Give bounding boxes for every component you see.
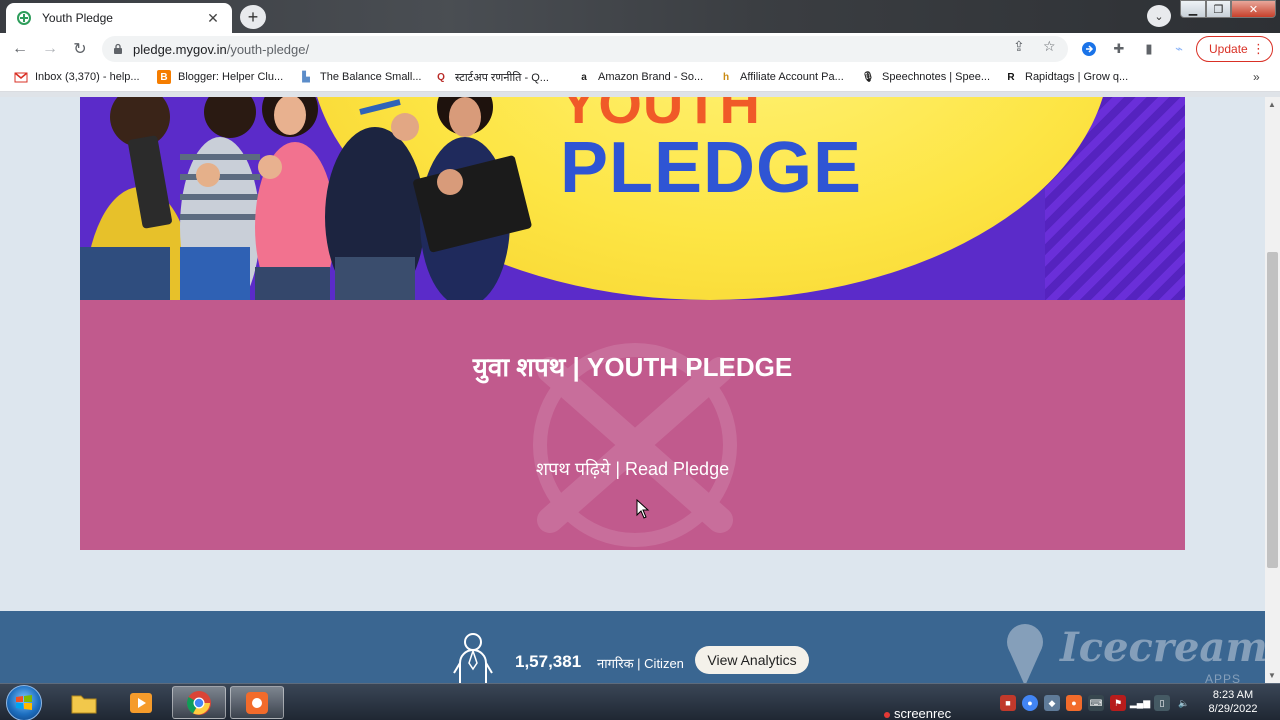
icecream-watermark: Icecream APPS: [995, 620, 1275, 690]
browser-toolbar: ← → ↻ pledge.mygov.in/youth-pledge/ ⇪ ☆ …: [0, 33, 1280, 65]
start-button[interactable]: [6, 685, 42, 720]
taskbar-chrome[interactable]: [172, 686, 226, 719]
folder-icon: [71, 695, 97, 713]
bookmark-rapidtags[interactable]: R Rapidtags | Grow q...: [1004, 70, 1128, 84]
bookmark-label: Rapidtags | Grow q...: [1025, 71, 1129, 83]
mouse-cursor-icon: [636, 499, 650, 519]
screenrec-text: screenrec: [894, 706, 952, 720]
back-arrow-icon[interactable]: ←: [9, 39, 31, 59]
url-path: /youth-pledge/: [226, 41, 310, 57]
bookmark-speechnotes[interactable]: 🎙 Speechnotes | Spee...: [861, 70, 990, 84]
bookmarks-bar: Inbox (3,370) - help... B Blogger: Helpe…: [0, 65, 1280, 92]
tab-close-icon[interactable]: ✕: [204, 10, 222, 27]
lock-icon: [114, 43, 122, 54]
extension-blue-icon[interactable]: [1080, 40, 1098, 58]
microphone-icon: 🎙: [861, 71, 875, 83]
bookmark-label: Blogger: Helper Clu...: [178, 71, 284, 83]
gmail-icon: [14, 70, 28, 84]
blogger-icon: B: [157, 70, 171, 84]
balance-icon: ▙: [302, 71, 310, 83]
bookmark-amazon[interactable]: a Amazon Brand - So...: [577, 70, 703, 84]
tray-signal-icon[interactable]: ▂▄▆: [1130, 695, 1150, 711]
tray-app-icon[interactable]: ■: [1000, 695, 1016, 711]
youth-pledge-banner: YOUTH PLEDGE: [80, 97, 1185, 300]
bookmark-label: Amazon Brand - So...: [598, 71, 704, 83]
windows-taskbar: screenrec ■ ● ◆ ● ⌨ ⚑ ▂▄▆ ▯ 🔈 8:23 AM 8/…: [0, 683, 1280, 720]
bookmark-blogger[interactable]: B Blogger: Helper Clu...: [157, 70, 283, 84]
page-scrollbar[interactable]: ▲ ▼: [1265, 97, 1280, 683]
chrome-icon: [186, 690, 211, 715]
forward-arrow-icon[interactable]: →: [39, 39, 61, 59]
bookmark-affiliate[interactable]: h Affiliate Account Pa...: [719, 70, 844, 84]
view-analytics-button[interactable]: View Analytics: [695, 646, 809, 674]
tab-strip: Youth Pledge ✕ + ⌄ ▁ ❐ ✕: [0, 0, 1280, 33]
windows-logo-icon: [16, 695, 32, 710]
bookmark-label: The Balance Small...: [320, 71, 422, 83]
pledge-card: युवा शपथ | YOUTH PLEDGE शपथ पढ़िये | Rea…: [80, 300, 1185, 550]
minimize-button[interactable]: ▁: [1180, 0, 1206, 18]
citizen-person-icon: [453, 633, 493, 683]
tab-search-button[interactable]: ⌄: [1147, 5, 1171, 27]
icecream-brand-text: Icecream: [1060, 624, 1268, 671]
url-domain: pledge.mygov.in: [133, 41, 227, 57]
tray-flag-icon[interactable]: ⚑: [1110, 695, 1126, 711]
rapidtags-icon: R: [1007, 71, 1015, 83]
bookmark-star-icon[interactable]: ☆: [1043, 38, 1056, 55]
tray-chrome-icon[interactable]: ●: [1022, 695, 1038, 711]
taskbar-explorer[interactable]: [57, 686, 111, 719]
amazon-icon: a: [581, 71, 587, 83]
clock-date: 8/29/2022: [1208, 703, 1258, 715]
update-label: Update: [1209, 42, 1248, 56]
tray-power-icon[interactable]: ▯: [1154, 695, 1170, 711]
quora-icon: Q: [437, 72, 445, 83]
read-pledge-link[interactable]: शपथ पढ़िये | Read Pledge: [80, 457, 1185, 481]
taskbar-screenrec[interactable]: [230, 686, 284, 719]
close-window-button[interactable]: ✕: [1231, 0, 1276, 18]
menu-dots-icon[interactable]: ⋮: [1252, 41, 1265, 57]
maximize-button[interactable]: ❐: [1206, 0, 1231, 18]
tray-volume-icon[interactable]: 🔈: [1176, 695, 1192, 711]
screenrec-app-icon: [246, 691, 268, 714]
scrollbar-thumb[interactable]: [1267, 252, 1278, 568]
tray-network-monitor-icon[interactable]: ◆: [1044, 695, 1060, 711]
students-group-photo: [80, 97, 532, 300]
scroll-up-icon[interactable]: ▲: [1268, 100, 1276, 109]
recording-dot-icon: [884, 711, 890, 718]
update-button[interactable]: Update ⋮: [1196, 36, 1273, 62]
extensions-puzzle-icon[interactable]: ✚: [1110, 40, 1128, 58]
address-bar[interactable]: pledge.mygov.in/youth-pledge/: [102, 36, 1068, 62]
bookmark-inbox[interactable]: Inbox (3,370) - help...: [14, 70, 140, 84]
affiliate-icon: h: [722, 71, 730, 83]
page-viewport: YOUTH PLEDGE युवा शपथ | YOUTH PLEDGE शपथ…: [0, 97, 1265, 683]
tray-screenrec-icon[interactable]: ●: [1066, 695, 1082, 711]
reload-icon[interactable]: ↻: [69, 39, 91, 59]
bookmark-label: Affiliate Account Pa...: [740, 71, 844, 83]
bookmark-label: Inbox (3,370) - help...: [35, 71, 140, 83]
tab-youth-pledge[interactable]: Youth Pledge ✕: [6, 3, 232, 33]
new-tab-button[interactable]: +: [240, 5, 266, 29]
pledge-count: 1,57,381: [515, 652, 582, 671]
side-panel-icon[interactable]: ▮: [1140, 40, 1158, 58]
share-icon[interactable]: ⇪: [1013, 38, 1025, 55]
citizen-label: नागरिक | Citizen: [597, 656, 684, 671]
bookmark-label: स्टार्टअप रणनीति - Q...: [455, 72, 549, 84]
taskbar-media-player[interactable]: [114, 686, 168, 719]
clock-time: 8:23 AM: [1212, 689, 1254, 701]
tab-title: Youth Pledge: [42, 11, 113, 25]
media-player-icon: [130, 692, 152, 713]
system-tray: ■ ● ◆ ● ⌨ ⚑ ▂▄▆ ▯ 🔈: [1000, 695, 1192, 711]
bookmark-balance[interactable]: ▙ The Balance Small...: [299, 70, 422, 84]
mygov-favicon-icon: [16, 10, 32, 26]
icecream-logo-icon: [1007, 624, 1043, 686]
more-bookmarks-icon[interactable]: »: [1253, 70, 1260, 84]
tray-keyboard-icon[interactable]: ⌨: [1088, 695, 1104, 711]
sync-icon[interactable]: ⌁: [1170, 40, 1188, 58]
banner-title-pledge: PLEDGE: [560, 128, 863, 208]
pledge-title: युवा शपथ | YOUTH PLEDGE: [472, 352, 793, 382]
bookmark-quora[interactable]: Q स्टार्टअप रणनीति - Q...: [434, 70, 549, 85]
screenrec-label: screenrec: [884, 706, 951, 720]
bookmark-label: Speechnotes | Spee...: [882, 71, 991, 83]
taskbar-clock[interactable]: 8:23 AM 8/29/2022: [1200, 688, 1266, 716]
